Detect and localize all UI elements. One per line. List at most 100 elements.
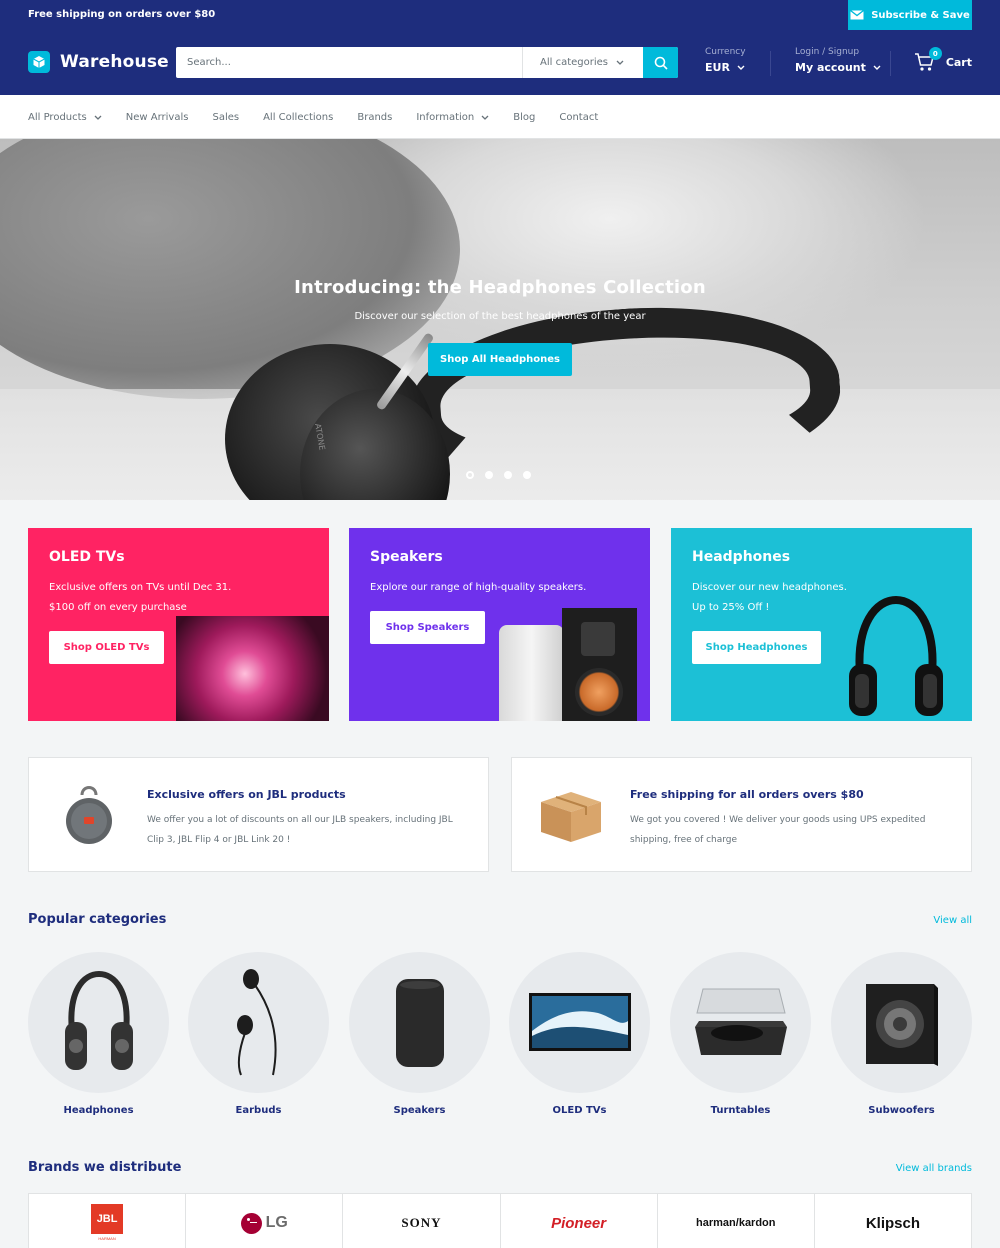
- nav-item-new-arrivals[interactable]: New Arrivals: [126, 112, 189, 123]
- category-turntables[interactable]: Turntables: [670, 952, 811, 1116]
- sony-logo: SONY: [401, 1215, 442, 1230]
- brands-title: Brands we distribute: [28, 1160, 182, 1175]
- logo[interactable]: Warehouse: [28, 51, 169, 73]
- jbl-logo: JBL HARMAN: [91, 1204, 124, 1242]
- search-input[interactable]: [176, 47, 522, 78]
- announcement-text: Free shipping on orders over $80: [28, 9, 216, 20]
- shop-headphones-button[interactable]: Shop Headphones: [692, 631, 821, 664]
- nav-item-blog[interactable]: Blog: [513, 112, 535, 123]
- promo-text-line: Explore our range of high-quality speake…: [370, 582, 587, 593]
- info-box-jbl: Exclusive offers on JBL products We offe…: [28, 757, 489, 872]
- popular-categories-title: Popular categories: [28, 912, 167, 927]
- shop-all-headphones-button[interactable]: Shop All Headphones: [428, 343, 572, 376]
- shop-oled-tvs-button[interactable]: Shop OLED TVs: [49, 631, 164, 664]
- currency-selector[interactable]: Currency EUR: [705, 47, 746, 74]
- pioneer-logo: Pioneer: [551, 1214, 607, 1232]
- category-subwoofers[interactable]: Subwoofers: [831, 952, 972, 1116]
- hero-headphone-text: ATONE: [313, 423, 327, 451]
- info-title: Free shipping for all orders overs $80: [630, 788, 864, 801]
- nav-item-label: Information: [416, 111, 475, 123]
- brand-klipsch[interactable]: Klipsch: [815, 1194, 971, 1248]
- account-label: Login / Signup: [795, 47, 860, 57]
- promo-card-oled[interactable]: OLED TVs Exclusive offers on TVs until D…: [28, 528, 329, 721]
- mail-icon: [850, 10, 865, 20]
- slide-dot-1[interactable]: [466, 471, 474, 479]
- category-label: OLED TVs: [552, 1105, 607, 1116]
- chevron-down-icon: [737, 65, 745, 70]
- account-value: My account: [795, 61, 866, 74]
- header-divider: [890, 51, 891, 76]
- nav-item-label: Contact: [559, 111, 599, 123]
- hero-subtitle: Discover our selection of the best headp…: [354, 311, 646, 322]
- view-all-brands-link[interactable]: View all brands: [896, 1163, 972, 1174]
- nav-item-all-products[interactable]: All Products: [28, 112, 102, 123]
- currency-label: Currency: [705, 47, 746, 57]
- category-earbuds[interactable]: Earbuds: [188, 952, 329, 1116]
- promo-title: OLED TVs: [49, 549, 125, 565]
- jbl-speaker-image: [66, 786, 112, 844]
- nav-item-label: Sales: [212, 111, 240, 123]
- search-button[interactable]: [643, 47, 678, 78]
- logo-text: Warehouse: [60, 52, 169, 72]
- category-oled-tvs[interactable]: OLED TVs: [509, 952, 650, 1116]
- brand-harman-kardon[interactable]: harman/kardon: [658, 1194, 815, 1248]
- nav-item-brands[interactable]: Brands: [357, 112, 392, 123]
- slide-dot-4[interactable]: [523, 471, 531, 479]
- category-headphones[interactable]: Headphones: [28, 952, 169, 1116]
- promo-card-speakers[interactable]: Speakers Explore our range of high-quali…: [349, 528, 650, 721]
- category-label: Speakers: [393, 1105, 446, 1116]
- announcement-bar: Free shipping on orders over $80 Subscri…: [0, 0, 1000, 30]
- brand-sony[interactable]: SONY: [343, 1194, 501, 1248]
- info-title: Exclusive offers on JBL products: [147, 788, 346, 801]
- chevron-down-icon: [873, 65, 881, 70]
- nav-item-all-collections[interactable]: All Collections: [263, 112, 333, 123]
- account-menu[interactable]: Login / Signup My account: [795, 47, 881, 74]
- nav-item-label: Blog: [513, 111, 536, 123]
- view-all-categories-link[interactable]: View all: [933, 915, 972, 926]
- chevron-down-icon: [94, 115, 102, 120]
- promo-text-line: Exclusive offers on TVs until Dec 31.: [49, 582, 232, 593]
- category-speakers[interactable]: Speakers: [349, 952, 490, 1116]
- nav-item-label: All Products: [28, 111, 87, 123]
- hero-title: Introducing: the Headphones Collection: [294, 277, 706, 298]
- klipsch-logo: Klipsch: [865, 1214, 921, 1232]
- promo-title: Headphones: [692, 549, 791, 565]
- cart-button[interactable]: 0 Cart: [914, 47, 972, 73]
- speaker-image: [395, 978, 444, 1067]
- black-speaker-image: [562, 608, 637, 721]
- promo-card-headphones[interactable]: Headphones Discover our new headphones. …: [671, 528, 972, 721]
- promo-title: Speakers: [370, 549, 443, 565]
- chevron-down-icon: [616, 60, 624, 65]
- subwoofer-image: [865, 983, 938, 1066]
- brand-jbl[interactable]: JBL HARMAN: [29, 1194, 187, 1248]
- info-text: We offer you a lot of discounts on all o…: [147, 815, 453, 845]
- turntable-image: [694, 988, 787, 1055]
- slide-dot-3[interactable]: [504, 471, 512, 479]
- tv-image: [528, 992, 631, 1051]
- subscribe-button[interactable]: Subscribe & Save: [848, 0, 972, 30]
- cart-label: Cart: [945, 55, 972, 69]
- info-text: We got you covered ! We deliver your goo…: [630, 815, 926, 845]
- hero-image-pillow: [0, 139, 460, 399]
- brand-pioneer[interactable]: Pioneer: [501, 1194, 658, 1248]
- hero-image-brand-mark: ATONE: [313, 423, 327, 451]
- lg-logo: LG: [240, 1212, 288, 1234]
- category-select[interactable]: All categories: [522, 47, 643, 78]
- category-label: Subwoofers: [868, 1105, 935, 1116]
- promo-text-line: $100 off on every purchase: [49, 602, 187, 613]
- subscribe-label: Subscribe & Save: [871, 9, 970, 21]
- nav-item-information[interactable]: Information: [416, 112, 489, 123]
- brand-lg[interactable]: LG: [186, 1194, 344, 1248]
- headphones-image: [849, 595, 943, 716]
- header-divider: [770, 51, 771, 76]
- chevron-down-icon: [481, 115, 489, 120]
- tv-flower-image: [176, 616, 329, 721]
- nav-item-sales[interactable]: Sales: [212, 112, 239, 123]
- nav-item-label: New Arrivals: [125, 111, 189, 123]
- category-label: Earbuds: [235, 1105, 282, 1116]
- brands-list: JBL HARMAN LG SONY Pioneer harman/kardon…: [28, 1193, 972, 1248]
- nav-item-contact[interactable]: Contact: [559, 112, 598, 123]
- main-nav: All Products New Arrivals Sales All Coll…: [0, 95, 1000, 139]
- slide-dot-2[interactable]: [485, 471, 493, 479]
- shop-speakers-button[interactable]: Shop Speakers: [370, 611, 485, 644]
